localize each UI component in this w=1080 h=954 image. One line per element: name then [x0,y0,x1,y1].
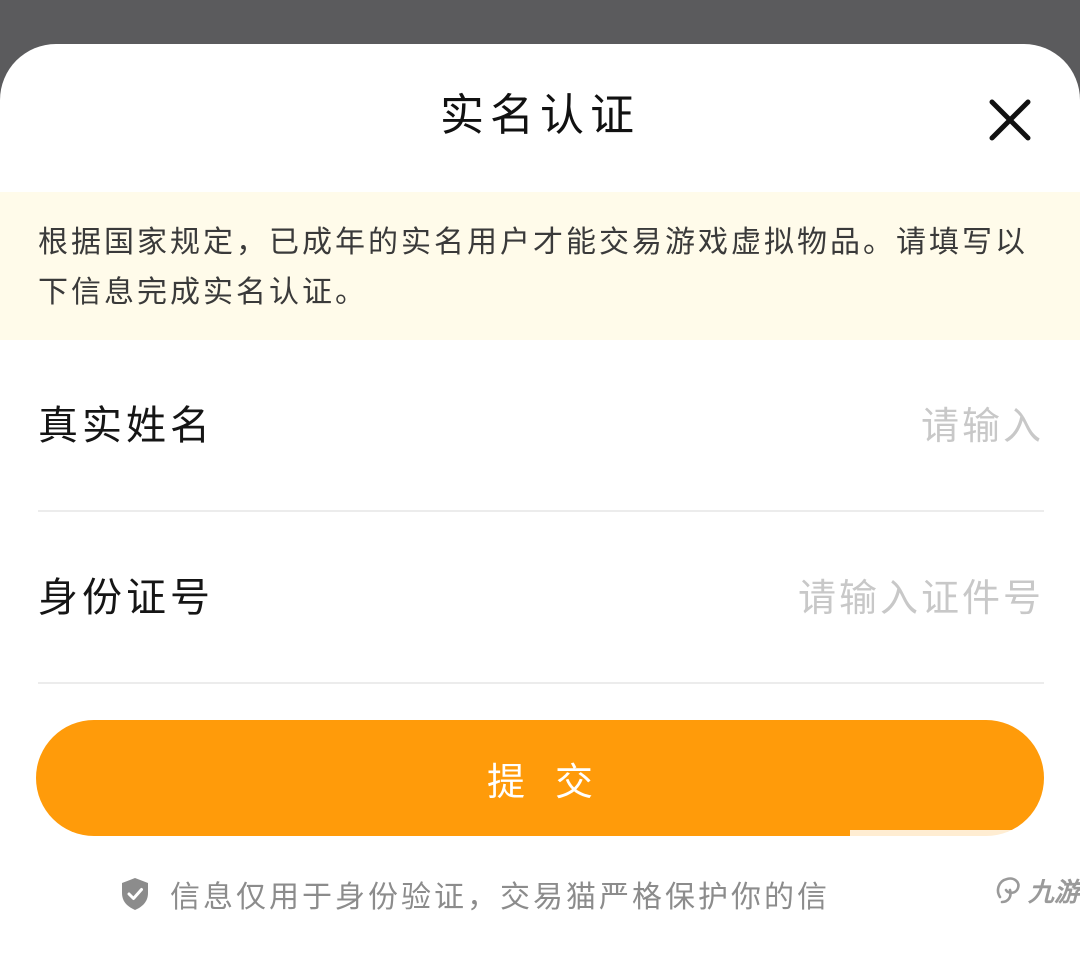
jiuyou-logo-icon [996,877,1020,904]
real-name-auth-sheet: 实名认证 根据国家规定，已成年的实名用户才能交易游戏虚拟物品。请填写以下信息完成… [0,44,1080,954]
privacy-note: 信息仅用于身份验证，交易猫严格保护你的信 [120,872,830,916]
notice-banner: 根据国家规定，已成年的实名用户才能交易游戏虚拟物品。请填写以下信息完成实名认证。 [0,192,1080,340]
name-input[interactable] [484,394,1044,458]
close-icon [989,99,1031,141]
name-row: 真实姓名 [38,340,1044,512]
id-number-input[interactable] [484,566,1044,630]
watermark: 九游 [994,872,1080,908]
watermark-text: 九游 [1028,877,1080,908]
name-label: 真实姓名 [38,403,214,449]
close-button[interactable] [982,92,1038,148]
submit-button[interactable]: 提交 [36,720,1044,836]
id-number-label: 身份证号 [38,575,214,621]
privacy-text: 信息仅用于身份验证，交易猫严格保护你的信 [170,880,830,915]
shield-check-icon [122,878,148,910]
id-number-row: 身份证号 [38,512,1044,684]
notice-text: 根据国家规定，已成年的实名用户才能交易游戏虚拟物品。请填写以下信息完成实名认证。 [38,225,1028,310]
dialog-title: 实名认证 [440,90,640,141]
